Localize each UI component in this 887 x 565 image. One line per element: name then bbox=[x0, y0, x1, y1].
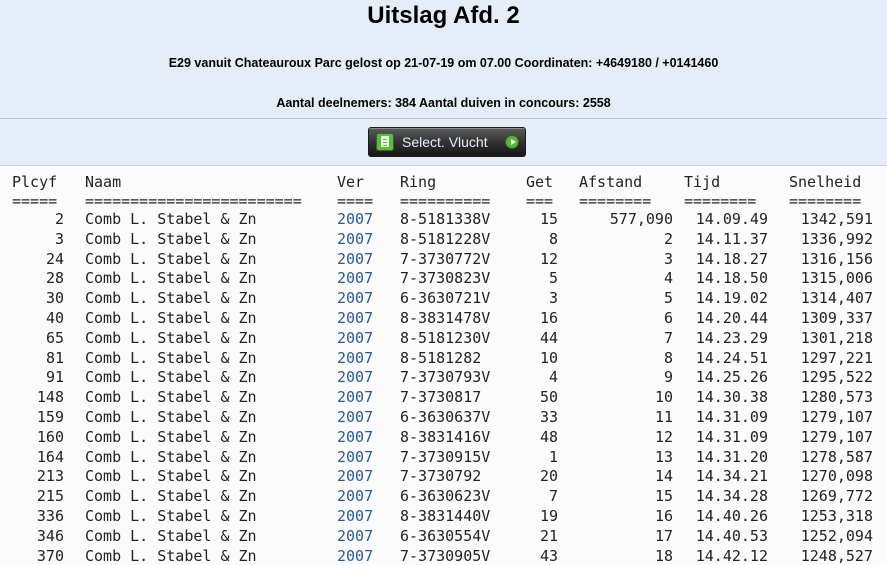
toolbar: Select. Vlucht bbox=[0, 119, 887, 166]
cell-snelheid: 1248,527 bbox=[800, 547, 873, 565]
cell-snelheid: 1336,992 bbox=[800, 230, 873, 248]
select-flight-label: Select. Vlucht bbox=[402, 134, 488, 150]
results-table: Plcyf Naam Ver Ring Get Afstand Tijd Snelheid ==… bbox=[0, 166, 887, 565]
cell-snelheid: 1270,098 bbox=[800, 467, 873, 485]
cell-snelheid: 1295,522 bbox=[800, 368, 873, 386]
select-flight-button[interactable]: Select. Vlucht bbox=[368, 127, 526, 157]
col-header-snelheid: Snelheid bbox=[789, 173, 862, 191]
col-header-plcyf: Plcyf bbox=[12, 173, 58, 191]
col-header-tijd: Tijd bbox=[684, 173, 721, 191]
page-title: Uitslag Afd. 2 bbox=[367, 2, 520, 29]
cell-snelheid: 1301,218 bbox=[800, 329, 873, 347]
participants-info: Aantal deelnemers: 384 Aantal duiven in … bbox=[276, 96, 611, 110]
cell-snelheid: 1314,407 bbox=[800, 289, 873, 307]
cell-snelheid: 1309,337 bbox=[800, 309, 873, 327]
cell-snelheid: 1297,221 bbox=[800, 349, 873, 367]
cell-snelheid: 1315,006 bbox=[800, 269, 873, 287]
col-header-get: Get bbox=[526, 173, 554, 191]
cell-snelheid: 1342,591 bbox=[800, 210, 873, 228]
col-separator: ======== bbox=[789, 192, 862, 210]
col-header-ring: Ring bbox=[400, 173, 437, 191]
col-separator: ==== bbox=[337, 192, 374, 210]
page-header: Uitslag Afd. 2 E29 vanuit Chateauroux Pa… bbox=[0, 0, 887, 119]
cell-snelheid: 1280,573 bbox=[800, 388, 873, 406]
cell-snelheid: 1316,156 bbox=[800, 250, 873, 268]
list-icon bbox=[376, 133, 394, 151]
cell-snelheid: 1279,107 bbox=[800, 408, 873, 426]
col-separator: ======== bbox=[684, 192, 757, 210]
col-header-ver: Ver bbox=[337, 173, 365, 191]
cell-snelheid: 1253,318 bbox=[800, 507, 873, 525]
col-separator: ======================== bbox=[85, 192, 302, 210]
col-separator: === bbox=[526, 192, 554, 210]
flight-info: E29 vanuit Chateauroux Parc gelost op 21… bbox=[168, 56, 719, 70]
col-header-afstand: Afstand bbox=[579, 173, 643, 191]
arrow-right-icon bbox=[505, 135, 519, 149]
cell-snelheid: 1279,107 bbox=[800, 428, 873, 446]
col-header-naam: Naam bbox=[85, 173, 122, 191]
cell-snelheid: 1252,094 bbox=[800, 527, 873, 545]
cell-snelheid: 1269,772 bbox=[800, 487, 873, 505]
col-separator: ======== bbox=[579, 192, 652, 210]
cell-snelheid: 1278,587 bbox=[800, 448, 873, 466]
col-separator: ===== bbox=[12, 192, 58, 210]
col-separator: ========== bbox=[400, 192, 491, 210]
